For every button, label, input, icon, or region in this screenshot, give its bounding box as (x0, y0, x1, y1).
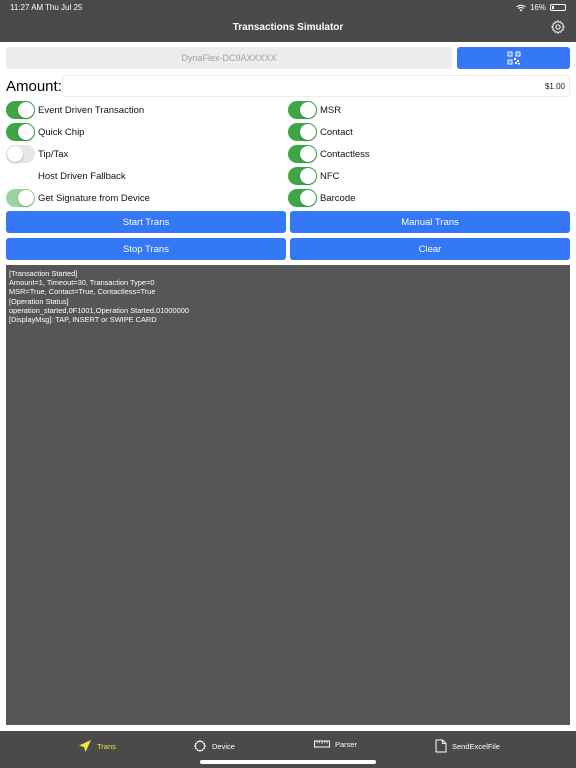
device-name-field[interactable]: DynaFlex-DC9AXXXXX (6, 47, 452, 69)
toggle-row-get-signature[interactable]: Get Signature from Device (6, 189, 150, 207)
toggle-label: Contactless (320, 148, 370, 160)
toggle-label: Event Driven Transaction (38, 104, 145, 116)
page-title: Transactions Simulator (232, 22, 344, 33)
contact-switch[interactable] (288, 123, 317, 141)
tab-label: Trans (97, 741, 116, 751)
toggle-row-msr[interactable]: MSR (288, 101, 341, 119)
tab-parser[interactable]: Parser (314, 739, 357, 749)
manual-trans-button[interactable]: Manual Trans (290, 211, 570, 233)
toggle-label: NFC (320, 170, 340, 182)
event-driven-switch[interactable] (6, 101, 35, 119)
toggle-label: Quick Chip (38, 126, 85, 138)
stop-trans-button[interactable]: Stop Trans (6, 238, 286, 260)
battery-icon (550, 4, 566, 11)
settings-gear-icon[interactable] (550, 19, 566, 35)
barcode-switch[interactable] (288, 189, 317, 207)
tab-device[interactable]: Device (193, 739, 235, 753)
get-signature-switch[interactable] (6, 189, 35, 207)
status-indicators: 16% (516, 3, 566, 12)
contactless-switch[interactable] (288, 145, 317, 163)
start-trans-button[interactable]: Start Trans (6, 211, 286, 233)
toggle-row-host-driven-fallback[interactable]: Host Driven Fallback (6, 167, 126, 185)
paper-plane-icon (79, 740, 91, 752)
tab-label: SendExcelFile (452, 741, 500, 751)
home-indicator (200, 760, 376, 764)
amount-label: Amount: (6, 78, 62, 95)
amount-input[interactable] (62, 75, 570, 97)
tip-tax-switch[interactable] (6, 145, 35, 163)
toggle-row-quick-chip[interactable]: Quick Chip (6, 123, 84, 141)
wifi-icon (516, 4, 526, 11)
transaction-log[interactable]: [Transaction Started] Amount=1, Timeout=… (6, 265, 570, 725)
ruler-icon (314, 740, 330, 748)
msr-switch[interactable] (288, 101, 317, 119)
toggle-row-contact[interactable]: Contact (288, 123, 353, 141)
toggle-row-barcode[interactable]: Barcode (288, 189, 355, 207)
status-time: 11:27 AM (10, 3, 44, 12)
header-bar: 11:27 AM Thu Jul 25 16% Transactions Sim… (0, 0, 576, 42)
toggle-row-nfc[interactable]: NFC (288, 167, 340, 185)
tab-sendexcelfile[interactable]: SendExcelFile (435, 739, 500, 753)
quick-chip-switch[interactable] (6, 123, 35, 141)
device-name-text: DynaFlex-DC9AXXXXX (181, 53, 277, 63)
toggle-row-tip-tax[interactable]: Tip/Tax (6, 145, 68, 163)
toggle-label: Barcode (320, 192, 356, 204)
tab-trans[interactable]: Trans (78, 739, 116, 753)
toggle-row-event-driven[interactable]: Event Driven Transaction (6, 101, 144, 119)
toggle-label: Tip/Tax (38, 148, 69, 160)
toggle-label: Host Driven Fallback (38, 170, 126, 182)
scan-device-button[interactable] (457, 47, 570, 69)
tab-label: Device (212, 741, 235, 751)
tab-label: Parser (335, 739, 358, 749)
qr-code-icon (507, 51, 520, 65)
gear-outline-icon (193, 739, 207, 753)
toggle-label: Get Signature from Device (38, 192, 150, 204)
document-icon (435, 739, 447, 753)
clear-button[interactable]: Clear (290, 238, 570, 260)
battery-percent: 16% (529, 3, 546, 12)
toggle-row-contactless[interactable]: Contactless (288, 145, 370, 163)
nfc-switch[interactable] (288, 167, 317, 185)
status-date: Thu Jul 25 (45, 3, 83, 12)
toggle-label: MSR (320, 104, 342, 116)
host-driven-fallback-switch[interactable] (6, 167, 35, 185)
toggle-label: Contact (320, 126, 353, 138)
